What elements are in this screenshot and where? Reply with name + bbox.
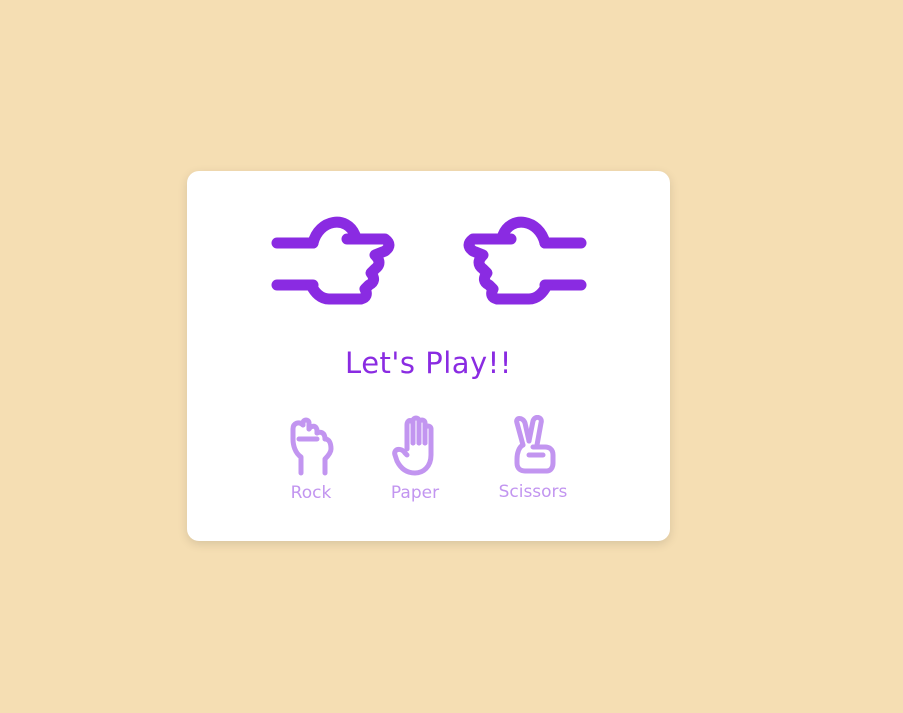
scissors-button[interactable]: Scissors <box>488 415 578 502</box>
player-hand-icon <box>271 216 395 305</box>
paper-label: Paper <box>390 483 440 503</box>
scissors-label: Scissors <box>498 482 568 502</box>
hands-area <box>187 211 670 311</box>
rock-hand-icon <box>290 417 334 476</box>
paper-button[interactable]: Paper <box>370 415 460 503</box>
game-card: Let's Play!! Rock Paper Scissors <box>187 171 670 541</box>
rock-button[interactable]: Rock <box>266 415 356 503</box>
game-title: Let's Play!! <box>345 346 512 380</box>
rock-label: Rock <box>290 483 332 503</box>
computer-hand-icon <box>463 216 587 305</box>
paper-hand-icon <box>392 415 434 476</box>
scissors-hand-icon <box>514 415 556 474</box>
choice-bar: Rock Paper Scissors <box>187 415 670 515</box>
